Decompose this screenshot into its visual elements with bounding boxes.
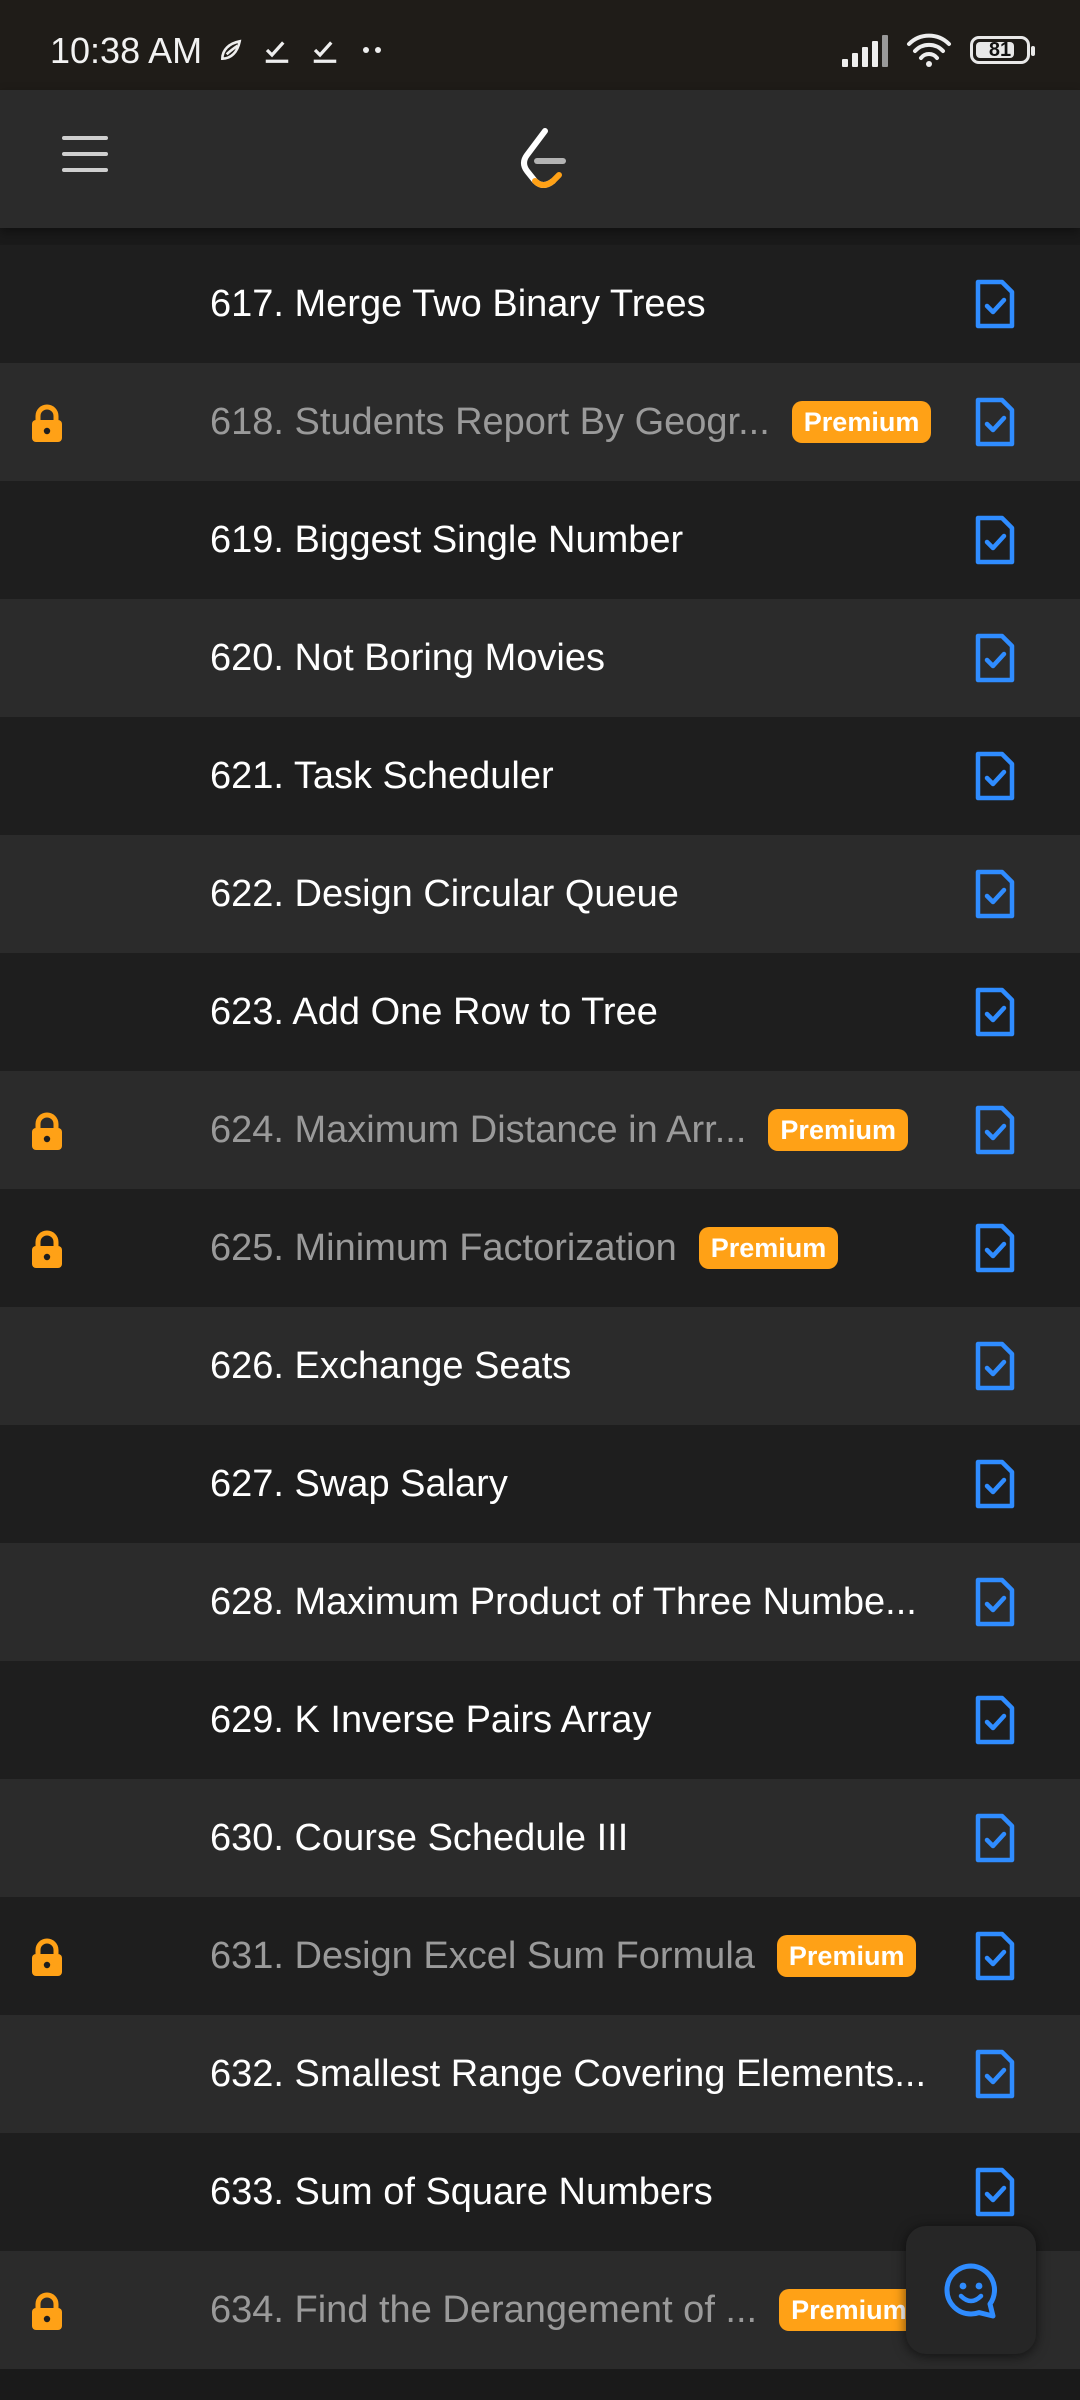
status-bar: 10:38 AM 81 (0, 0, 1080, 90)
status-system-icons: 81 (840, 28, 1035, 72)
problem-title: 624. Maximum Distance in Arr... (210, 1108, 747, 1151)
lock-icon (26, 1111, 68, 1153)
hamburger-icon (62, 136, 108, 140)
problem-title-container: 633. Sum of Square Numbers (210, 2133, 713, 2251)
solution-icon[interactable] (972, 1222, 1018, 1274)
solution-icon[interactable] (972, 1340, 1018, 1392)
solution-icon[interactable] (972, 1812, 1018, 1864)
problem-title-container: 623. Add One Row to Tree (210, 953, 658, 1071)
problem-row[interactable]: 622. Design Circular Queue (0, 835, 1080, 953)
premium-badge: Premium (791, 401, 932, 443)
more-notifications-icon (363, 47, 381, 53)
problem-row[interactable]: 617. Merge Two Binary Trees (0, 245, 1080, 363)
problem-title: 628. Maximum Product of Three Numbe... (210, 1580, 917, 1623)
solution-icon[interactable] (972, 1104, 1018, 1156)
feedback-button[interactable] (906, 2226, 1036, 2354)
premium-badge: Premium (768, 1109, 908, 1151)
solution-icon[interactable] (972, 278, 1018, 330)
problem-row[interactable]: 630. Course Schedule III (0, 1779, 1080, 1897)
menu-button[interactable] (62, 136, 108, 182)
problem-title-container: 621. Task Scheduler (210, 717, 554, 835)
app-bar (0, 90, 1080, 228)
problem-row[interactable]: 628. Maximum Product of Three Numbe... (0, 1543, 1080, 1661)
problem-title: 630. Course Schedule III (210, 1816, 629, 1859)
solution-icon[interactable] (972, 1694, 1018, 1746)
problem-title-container: 622. Design Circular Queue (210, 835, 679, 953)
problem-title: 620. Not Boring Movies (210, 636, 605, 679)
problem-row[interactable]: 632. Smallest Range Covering Elements... (0, 2015, 1080, 2133)
problem-row[interactable]: 618. Students Report By Geogr... Premium (0, 363, 1080, 481)
problem-title-container: 630. Course Schedule III (210, 1779, 628, 1897)
status-notification-icons (218, 30, 386, 70)
problem-title: 617. Merge Two Binary Trees (210, 282, 706, 325)
problem-row[interactable]: 629. K Inverse Pairs Array (0, 1661, 1080, 1779)
problem-title: 621. Task Scheduler (210, 754, 554, 797)
solution-icon[interactable] (972, 986, 1018, 1038)
wifi-icon (907, 33, 951, 67)
problem-title: 618. Students Report By Geogr... (210, 400, 770, 443)
problem-title-container: 632. Smallest Range Covering Elements... (210, 2015, 926, 2133)
problem-title-container: 634. Find the Derangement of ... Premium (210, 2251, 919, 2369)
solution-icon[interactable] (972, 2048, 1018, 2100)
problem-row[interactable]: 620. Not Boring Movies (0, 599, 1080, 717)
problem-row[interactable]: 631. Design Excel Sum Formula Premium (0, 1897, 1080, 2015)
problem-title-container: 625. Minimum Factorization Premium (210, 1189, 839, 1307)
problem-title: 625. Minimum Factorization (210, 1226, 677, 1269)
problem-list: 617. Merge Two Binary Trees 618. Students… (0, 245, 1080, 2369)
problem-title-container: 629. K Inverse Pairs Array (210, 1661, 651, 1779)
status-time: 10:38 AM (50, 30, 203, 71)
solution-icon[interactable] (972, 632, 1018, 684)
problem-row[interactable]: 624. Maximum Distance in Arr... Premium (0, 1071, 1080, 1189)
task-check-icon (313, 41, 337, 63)
problem-title: 623. Add One Row to Tree (210, 990, 658, 1033)
problem-title-container: 631. Design Excel Sum Formula Premium (210, 1897, 917, 2015)
solution-icon[interactable] (972, 750, 1018, 802)
leaf-icon (221, 39, 242, 60)
problem-row[interactable]: 619. Biggest Single Number (0, 481, 1080, 599)
problem-title-container: 620. Not Boring Movies (210, 599, 605, 717)
lock-icon (26, 403, 68, 445)
lock-icon (26, 1229, 68, 1271)
lock-icon (26, 2291, 68, 2333)
problem-row[interactable]: 625. Minimum Factorization Premium (0, 1189, 1080, 1307)
problem-title: 634. Find the Derangement of ... (210, 2288, 758, 2331)
signal-icon (842, 35, 888, 67)
lock-icon (26, 1937, 68, 1979)
problem-row[interactable]: 621. Task Scheduler (0, 717, 1080, 835)
problem-row[interactable]: 623. Add One Row to Tree (0, 953, 1080, 1071)
problem-title: 622. Design Circular Queue (210, 872, 679, 915)
problem-title: 629. K Inverse Pairs Array (210, 1698, 652, 1741)
problem-title: 619. Biggest Single Number (210, 518, 684, 561)
solution-icon[interactable] (972, 514, 1018, 566)
problem-title-container: 626. Exchange Seats (210, 1307, 571, 1425)
problem-title-container: 617. Merge Two Binary Trees (210, 245, 706, 363)
smiley-chat-icon (944, 2263, 997, 2319)
premium-badge: Premium (779, 2289, 919, 2331)
problem-title: 627. Swap Salary (210, 1462, 508, 1505)
task-check-icon (265, 41, 289, 63)
problem-title-container: 619. Biggest Single Number (210, 481, 683, 599)
problem-title: 633. Sum of Square Numbers (210, 2170, 713, 2213)
problem-title-container: 627. Swap Salary (210, 1425, 508, 1543)
solution-icon[interactable] (972, 2166, 1018, 2218)
solution-icon[interactable] (972, 396, 1018, 448)
leetcode-logo (521, 128, 566, 188)
solution-icon[interactable] (972, 1930, 1018, 1982)
problem-title-container: 628. Maximum Product of Three Numbe... (210, 1543, 917, 1661)
problem-title: 632. Smallest Range Covering Elements... (210, 2052, 927, 2095)
problem-title: 631. Design Excel Sum Formula (210, 1934, 755, 1977)
problem-row[interactable]: 627. Swap Salary (0, 1425, 1080, 1543)
problem-title-container: 618. Students Report By Geogr... Premium (210, 363, 932, 481)
battery-level: 81 (988, 38, 1012, 61)
battery-indicator: 81 (970, 36, 1035, 64)
solution-icon[interactable] (972, 1576, 1018, 1628)
premium-badge: Premium (776, 1935, 917, 1977)
problem-row[interactable]: 626. Exchange Seats (0, 1307, 1080, 1425)
premium-badge: Premium (698, 1227, 839, 1269)
problem-title: 626. Exchange Seats (210, 1344, 572, 1387)
solution-icon[interactable] (972, 868, 1018, 920)
problem-title-container: 624. Maximum Distance in Arr... Premium (210, 1071, 908, 1189)
solution-icon[interactable] (972, 1458, 1018, 1510)
